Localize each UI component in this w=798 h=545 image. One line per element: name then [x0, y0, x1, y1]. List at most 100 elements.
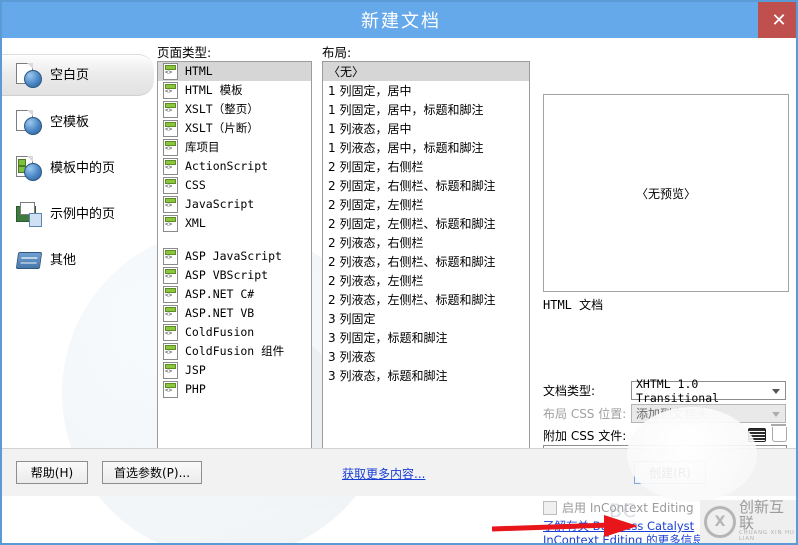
layout-item-label: 2 列液态，左侧栏、标题和脚注 [328, 292, 496, 307]
layout-item[interactable]: 〈无〉 [323, 62, 529, 81]
category-sidebar: 空白页 空模板 模板中的页 示例中的页 其他 [2, 38, 154, 496]
page-type-item[interactable]: ASP JavaScript [158, 247, 311, 266]
close-icon[interactable]: ✕ [758, 2, 796, 38]
layout-item[interactable]: 3 列固定，标题和脚注 [323, 328, 529, 347]
layout-item[interactable]: 2 列液态，右侧栏、标题和脚注 [323, 252, 529, 271]
attach-css-label: 附加 CSS 文件: [543, 429, 627, 443]
trash-icon[interactable] [771, 424, 787, 442]
page-type-item[interactable]: JSP [158, 361, 311, 380]
page-type-item[interactable]: ActionScript [158, 157, 311, 176]
sidebar-item-page-from-template[interactable]: 模板中的页 [2, 148, 154, 188]
sidebar-item-page-from-sample[interactable]: 示例中的页 [2, 194, 154, 234]
page-type-item[interactable]: HTML 模板 [158, 81, 311, 100]
page-type-item[interactable]: ASP.NET C# [158, 285, 311, 304]
page-type-list[interactable]: HTML HTML 模板 XSLT（整页） XSLT（片断） 库项目 ActionScri… [157, 61, 312, 496]
code-document-icon [163, 82, 178, 99]
page-type-item-label: XML [185, 215, 206, 230]
layout-item-label: 2 列液态，右侧栏、标题和脚注 [328, 254, 496, 269]
layout-item-label: 1 列固定，居中，标题和脚注 [328, 102, 484, 117]
page-type-item[interactable]: ColdFusion 组件 [158, 342, 311, 361]
page-type-item[interactable]: JavaScript [158, 195, 311, 214]
layout-item[interactable]: 2 列固定，右侧栏、标题和脚注 [323, 176, 529, 195]
code-document-icon [163, 381, 178, 398]
layout-item-label: 3 列液态，标题和脚注 [328, 368, 448, 383]
page-type-item[interactable]: ColdFusion [158, 323, 311, 342]
page-from-template-icon [16, 155, 42, 181]
code-document-icon [163, 158, 178, 175]
css-position-label: 布局 CSS 位置: [543, 407, 627, 421]
layout-item[interactable]: 2 列固定，左侧栏 [323, 195, 529, 214]
sidebar-item-blank-page[interactable]: 空白页 [2, 54, 154, 96]
layout-item-label: 3 列固定 [328, 311, 376, 326]
code-document-icon [163, 362, 178, 379]
page-type-item-label: ActionScript [185, 158, 269, 173]
other-icon [15, 247, 43, 273]
layout-item[interactable]: 3 列液态，标题和脚注 [323, 366, 529, 385]
layout-item[interactable]: 1 列液态，居中，标题和脚注 [323, 138, 529, 157]
layout-item-label: 1 列固定，居中 [328, 83, 412, 98]
layout-item-label: 3 列固定，标题和脚注 [328, 330, 448, 345]
layout-item[interactable]: 2 列液态，左侧栏、标题和脚注 [323, 290, 529, 309]
page-type-item-label: ASP JavaScript [185, 248, 282, 263]
layout-list[interactable]: 〈无〉 1 列固定，居中 1 列固定，居中，标题和脚注 1 列液态，居中 1 列液态，居… [322, 61, 530, 496]
page-type-item[interactable]: ASP VBScript [158, 266, 311, 285]
code-document-icon [163, 177, 178, 194]
help-button[interactable]: 帮助(H) [16, 461, 88, 484]
page-type-item-label: HTML 模板 [185, 82, 243, 97]
page-type-item[interactable]: XSLT（整页） [158, 100, 311, 119]
layout-item[interactable]: 2 列固定，右侧栏 [323, 157, 529, 176]
page-type-item[interactable]: CSS [158, 176, 311, 195]
sidebar-item-other[interactable]: 其他 [2, 240, 154, 280]
code-document-icon [163, 139, 178, 156]
css-position-row: 布局 CSS 位置: 添加到文档头 [543, 404, 786, 423]
page-type-item[interactable]: PHP [158, 380, 311, 399]
code-document-icon [163, 343, 178, 360]
page-type-item[interactable]: ASP.NET VB [158, 304, 311, 323]
sidebar-item-label: 空白页 [50, 67, 90, 83]
layout-item[interactable]: 2 列液态，左侧栏 [323, 271, 529, 290]
layout-item-label: 1 列液态，居中，标题和脚注 [328, 140, 484, 155]
page-type-item[interactable]: XML [158, 214, 311, 233]
code-document-icon [163, 196, 178, 213]
incontext-checkbox-label: 启用 InContext Editing [562, 501, 694, 515]
page-type-item[interactable]: 库项目 [158, 138, 311, 157]
layout-item[interactable]: 3 列固定 [323, 309, 529, 328]
code-document-icon [163, 286, 178, 303]
layout-item[interactable]: 3 列液态 [323, 347, 529, 366]
layout-item-label: 2 列固定，左侧栏 [328, 197, 424, 212]
layout-item-label: 3 列液态 [328, 349, 376, 364]
layout-item-label: 2 列固定，右侧栏、标题和脚注 [328, 178, 496, 193]
code-document-icon [163, 63, 178, 80]
layout-item-label: 1 列液态，居中 [328, 121, 412, 136]
code-document-icon [163, 324, 178, 341]
preview-panel: 〈无预览〉 HTML 文档 文档类型: XHTML 1.0 Transition… [538, 56, 790, 543]
blank-template-icon [16, 109, 42, 135]
dialog-footer: 帮助(H) 首选参数(P)... 获取更多内容... 创建(R) [2, 448, 796, 496]
css-position-select: 添加到文档头 [631, 404, 786, 423]
page-type-item[interactable]: XSLT（片断） [158, 119, 311, 138]
code-document-icon [163, 101, 178, 118]
layout-item[interactable]: 1 列固定，居中，标题和脚注 [323, 100, 529, 119]
incontext-checkbox [543, 500, 557, 515]
layout-item[interactable]: 1 列液态，居中 [323, 119, 529, 138]
layout-item[interactable]: 2 列固定，左侧栏、标题和脚注 [323, 214, 529, 233]
preferences-button[interactable]: 首选参数(P)... [102, 461, 202, 484]
create-button[interactable]: 创建(R) [634, 461, 706, 484]
layout-item[interactable]: 1 列固定，居中 [323, 81, 529, 100]
incontext-learn-more-link[interactable]: 了解有关 Business Catalyst InContext Editing… [543, 519, 748, 543]
sidebar-item-label: 示例中的页 [50, 206, 116, 222]
layout-item-label: 〈无〉 [328, 64, 365, 79]
doctype-value: XHTML 1.0 Transitional [636, 376, 720, 405]
doctype-row: 文档类型: XHTML 1.0 Transitional [543, 377, 786, 405]
sidebar-item-blank-template[interactable]: 空模板 [2, 102, 154, 142]
page-type-item-label: ASP.NET VB [185, 305, 255, 320]
layout-item[interactable]: 2 列液态，右侧栏 [323, 233, 529, 252]
preview-placeholder: 〈无预览〉 [635, 186, 696, 201]
doctype-select[interactable]: XHTML 1.0 Transitional [631, 377, 786, 405]
attach-link-icon[interactable] [748, 428, 766, 442]
get-more-content-link[interactable]: 获取更多内容... [342, 465, 425, 482]
page-type-item-label: JavaScript [185, 196, 255, 211]
new-document-dialog: 新建文档 ✕ 空白页 空模板 模板中的页 示例中的页 其他 页面类型: <> H… [0, 0, 798, 545]
page-type-item-label: CSS [185, 177, 206, 192]
page-type-item[interactable]: HTML [158, 62, 311, 81]
